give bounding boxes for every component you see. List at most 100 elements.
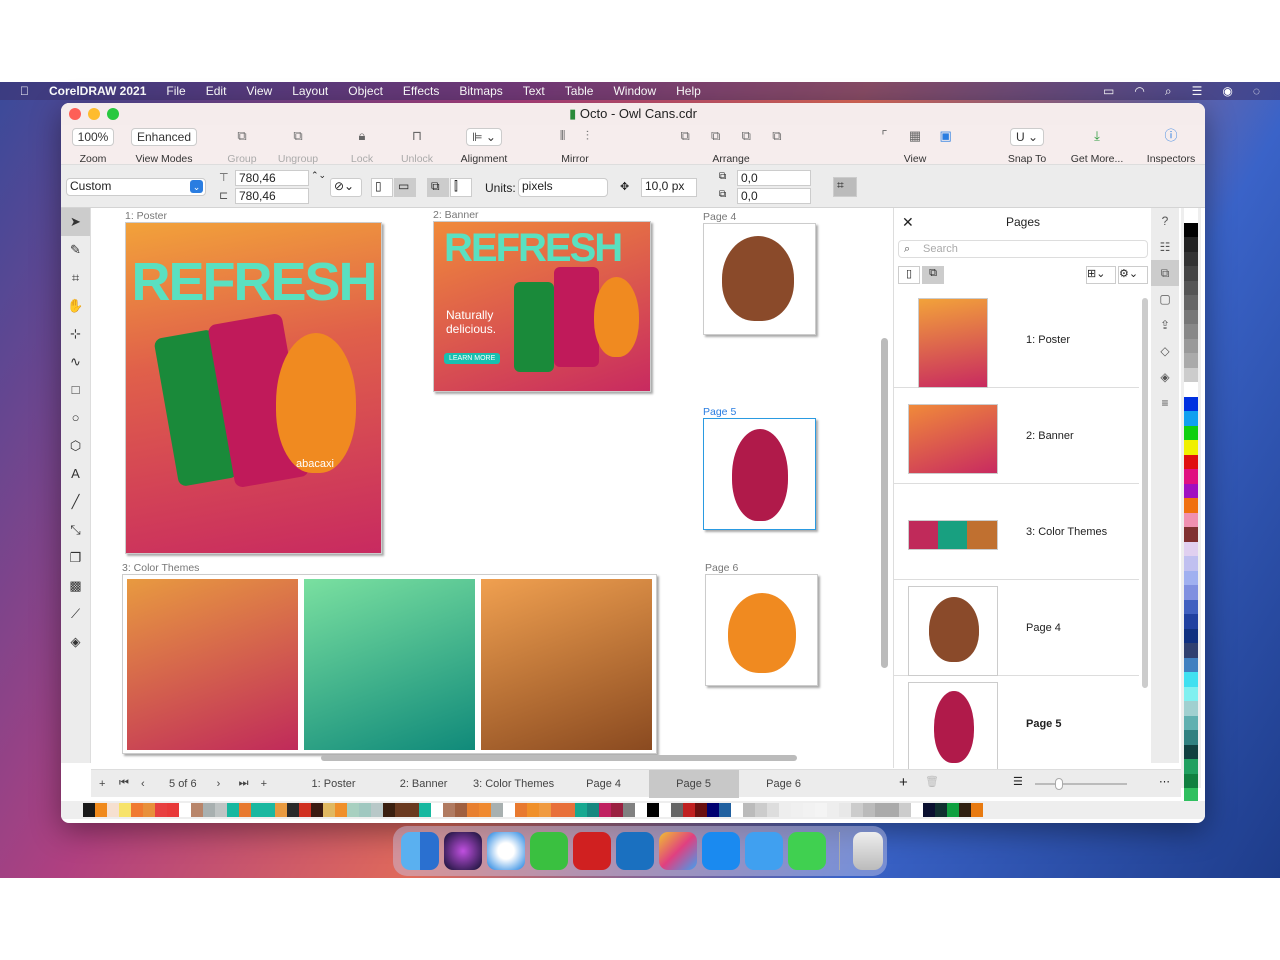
color-swatch[interactable] bbox=[803, 803, 815, 817]
color-swatch[interactable] bbox=[659, 803, 671, 817]
grid-icon[interactable]: ▦ bbox=[907, 128, 923, 144]
app-store-icon[interactable] bbox=[702, 832, 740, 870]
color-swatch[interactable] bbox=[335, 803, 347, 817]
zoom-select[interactable]: 100% bbox=[71, 128, 115, 146]
page-tab-banner[interactable]: 2: Banner bbox=[379, 770, 469, 798]
color-swatch[interactable] bbox=[1184, 309, 1198, 324]
shape-tool-icon[interactable]: ✎ bbox=[61, 236, 90, 264]
color-swatch[interactable] bbox=[899, 803, 911, 817]
pages-icon[interactable]: ⧉ bbox=[1151, 260, 1179, 286]
color-swatch[interactable] bbox=[1184, 701, 1198, 716]
connector-tool-icon[interactable]: ⤡ bbox=[61, 516, 90, 544]
page-tab-color-themes[interactable]: 3: Color Themes bbox=[469, 770, 559, 798]
color-swatch[interactable] bbox=[1184, 396, 1198, 411]
page-color-themes[interactable] bbox=[122, 574, 657, 754]
first-page-icon[interactable]: ⏮ bbox=[119, 777, 141, 790]
color-swatch[interactable] bbox=[1184, 237, 1198, 252]
color-swatch[interactable] bbox=[1184, 556, 1198, 571]
menu-edit[interactable]: Edit bbox=[206, 84, 227, 98]
color-swatch[interactable] bbox=[191, 803, 203, 817]
color-swatch[interactable] bbox=[491, 803, 503, 817]
zoom-control[interactable]: 100% Zoom bbox=[67, 128, 119, 165]
list-view-icon[interactable]: ☰ bbox=[1013, 775, 1023, 788]
tag-icon[interactable]: ◇ bbox=[1151, 338, 1179, 364]
pick-tool-icon[interactable]: ➤ bbox=[61, 208, 90, 236]
alignment-button[interactable]: ⊫ ⌄ Alignment bbox=[461, 128, 507, 165]
color-swatch[interactable] bbox=[1184, 759, 1198, 774]
page-row-active[interactable]: Page 5 bbox=[894, 676, 1139, 772]
menu-view[interactable]: View bbox=[246, 84, 272, 98]
color-swatch[interactable] bbox=[1184, 599, 1198, 614]
color-swatch[interactable] bbox=[887, 803, 899, 817]
horizontal-scrollbar[interactable] bbox=[321, 755, 797, 761]
rulers-icon[interactable]: ⌜ bbox=[876, 128, 892, 144]
menu-help[interactable]: Help bbox=[676, 84, 701, 98]
messages-icon[interactable] bbox=[788, 832, 826, 870]
color-swatch[interactable] bbox=[971, 803, 983, 817]
battery-icon[interactable]: ▭ bbox=[1103, 84, 1114, 98]
color-swatch[interactable] bbox=[1184, 498, 1198, 513]
page-options-button[interactable]: ⊘⌄ bbox=[330, 178, 362, 197]
color-swatch[interactable] bbox=[683, 803, 695, 817]
current-page-number[interactable]: 5 bbox=[169, 778, 175, 790]
hints-icon[interactable]: ? bbox=[1151, 208, 1179, 234]
add-page-after-icon[interactable]: + bbox=[261, 778, 289, 790]
color-swatch[interactable] bbox=[107, 803, 119, 817]
color-swatch[interactable] bbox=[743, 803, 755, 817]
color-swatch[interactable] bbox=[1184, 657, 1198, 672]
color-swatch[interactable] bbox=[767, 803, 779, 817]
color-swatch[interactable] bbox=[131, 803, 143, 817]
color-swatch[interactable] bbox=[1184, 643, 1198, 658]
color-swatch[interactable] bbox=[587, 803, 599, 817]
color-swatch[interactable] bbox=[419, 803, 431, 817]
previous-page-icon[interactable]: ‹ bbox=[141, 778, 163, 790]
color-swatch[interactable] bbox=[1184, 527, 1198, 542]
duplicate-x-input[interactable]: 0,0 bbox=[737, 170, 811, 186]
color-swatch[interactable] bbox=[815, 803, 827, 817]
panel-scrollbar[interactable] bbox=[1142, 298, 1148, 688]
menu-bitmaps[interactable]: Bitmaps bbox=[459, 84, 502, 98]
launchpad-icon[interactable] bbox=[659, 832, 697, 870]
color-swatch[interactable] bbox=[155, 803, 167, 817]
page-tab-page-4[interactable]: Page 4 bbox=[559, 770, 649, 798]
color-swatch[interactable] bbox=[395, 803, 407, 817]
color-swatch[interactable] bbox=[1184, 280, 1198, 295]
duplicate-page-button[interactable]: ⧉ bbox=[922, 266, 944, 284]
color-swatch[interactable] bbox=[83, 803, 95, 817]
align-icon[interactable]: ≡ bbox=[1151, 390, 1179, 416]
crop-tool-icon[interactable]: ⌗ bbox=[61, 264, 90, 292]
font-app-icon[interactable] bbox=[616, 832, 654, 870]
text-tool-icon[interactable]: A bbox=[61, 460, 90, 488]
color-swatch[interactable] bbox=[287, 803, 299, 817]
shadow-tool-icon[interactable]: ❐ bbox=[61, 544, 90, 572]
photo-booth-icon[interactable] bbox=[573, 832, 611, 870]
color-swatch[interactable] bbox=[1184, 295, 1198, 310]
color-swatch[interactable] bbox=[347, 803, 359, 817]
slider-handle[interactable] bbox=[1055, 778, 1063, 790]
color-swatch[interactable] bbox=[563, 803, 575, 817]
color-swatch[interactable] bbox=[707, 803, 719, 817]
color-swatch[interactable] bbox=[263, 803, 275, 817]
color-swatch[interactable] bbox=[671, 803, 683, 817]
transparency-tool-icon[interactable]: ▩ bbox=[61, 572, 90, 600]
color-swatch[interactable] bbox=[515, 803, 527, 817]
color-swatch[interactable] bbox=[635, 803, 647, 817]
color-swatch[interactable] bbox=[455, 803, 467, 817]
color-swatch[interactable] bbox=[323, 803, 335, 817]
color-swatch[interactable] bbox=[203, 803, 215, 817]
color-swatch[interactable] bbox=[1184, 454, 1198, 469]
lock-button[interactable]: 🔒︎ Lock bbox=[347, 128, 377, 165]
page-4[interactable] bbox=[703, 223, 816, 335]
color-swatch[interactable] bbox=[551, 803, 563, 817]
color-swatch[interactable] bbox=[1184, 208, 1198, 223]
thumbnail-size-slider[interactable] bbox=[1035, 778, 1127, 790]
siri-icon[interactable] bbox=[444, 832, 482, 870]
color-swatch[interactable] bbox=[1184, 672, 1198, 687]
page-width-input[interactable]: 780,46 bbox=[235, 170, 309, 186]
color-swatch[interactable] bbox=[827, 803, 839, 817]
color-swatch[interactable] bbox=[755, 803, 767, 817]
notification-icon[interactable]: ◌ bbox=[1253, 84, 1260, 98]
color-swatch[interactable] bbox=[1184, 773, 1198, 788]
page-tab-page-5[interactable]: Page 5 bbox=[648, 769, 739, 798]
vertical-scrollbar[interactable] bbox=[881, 338, 888, 668]
